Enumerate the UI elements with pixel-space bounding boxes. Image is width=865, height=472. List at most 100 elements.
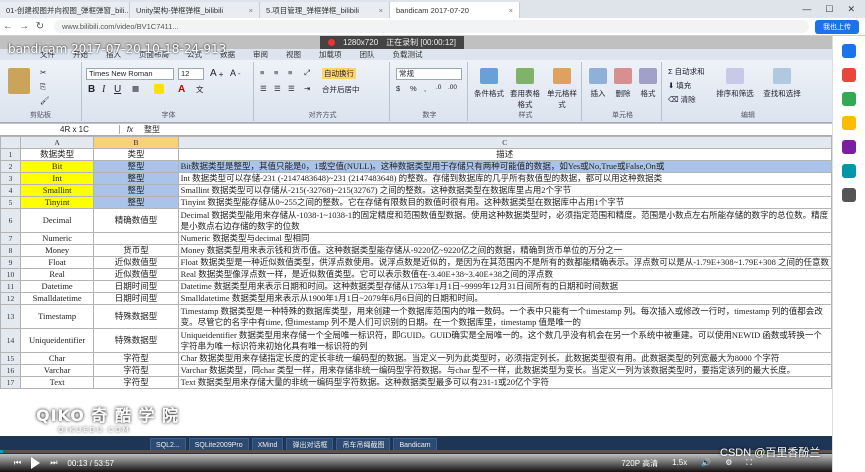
browser-tab[interactable]: 5.项目管理_弹框弹框_bilibili × — [260, 2, 390, 18]
volume-icon[interactable]: 🔊 — [701, 458, 711, 469]
row-header[interactable]: 1 — [0, 148, 21, 161]
font-color-icon[interactable]: A — [178, 84, 185, 95]
table-cell[interactable]: Uniqueidentifier 数据类型用来存储一个全局唯一标识符，即GUID… — [177, 328, 832, 353]
table-cell[interactable]: Int 数据类型可以存储-231 (-2147483648)~231 (2147… — [177, 172, 832, 185]
row-header[interactable]: 9 — [0, 256, 21, 269]
fx-icon[interactable]: fx — [120, 125, 140, 134]
prev-icon[interactable]: ⏮ — [14, 458, 21, 468]
ribbon-tab[interactable]: 加载项 — [319, 49, 342, 60]
reload-icon[interactable]: ↻ — [32, 21, 48, 32]
back-icon[interactable]: ← — [0, 21, 16, 32]
table-cell[interactable]: Smalldatetime — [19, 292, 95, 305]
table-cell[interactable]: 整型 — [93, 172, 179, 185]
align-right-icon[interactable]: ☰ — [288, 84, 295, 93]
table-cell[interactable]: Smalldatetime 数据类型用来表示从1900年1月1日~2079年6月… — [177, 292, 832, 305]
copy-icon[interactable]: ⎘ — [40, 82, 46, 92]
table-cell[interactable]: 特殊数据型 — [93, 328, 179, 353]
table-cell[interactable]: 整型 — [93, 184, 179, 197]
row-header[interactable]: 12 — [0, 292, 21, 305]
table-cell[interactable]: Timestamp — [19, 304, 95, 329]
table-cell[interactable]: Char — [19, 352, 95, 365]
close-window-icon[interactable]: ✕ — [847, 4, 855, 15]
table-cell[interactable]: Numeric — [19, 232, 95, 245]
number-format-select[interactable]: 常规 — [396, 68, 462, 80]
row-header[interactable]: 14 — [0, 328, 21, 353]
table-cell[interactable]: 日期时间型 — [93, 292, 179, 305]
table-cell[interactable]: Bit数据类型是整型，其值只能是0，1或空值(NULL)。这种数据类型用于存储只… — [177, 160, 832, 173]
align-top-icon[interactable]: ≡ — [260, 68, 264, 77]
table-cell[interactable]: Smallint — [19, 184, 95, 197]
conditional-format-button[interactable]: 条件格式 — [472, 68, 506, 99]
sidebar-app-icon[interactable] — [842, 188, 856, 202]
row-header[interactable]: 5 — [0, 196, 21, 209]
italic-icon[interactable]: I — [102, 84, 105, 95]
table-cell[interactable]: 字符型 — [93, 364, 179, 377]
clear-button[interactable]: ⌫ 清除 — [668, 94, 696, 105]
ribbon-tab[interactable]: 负载测试 — [393, 49, 423, 60]
row-header[interactable]: 7 — [0, 232, 21, 245]
sidebar-app-icon[interactable] — [842, 92, 856, 106]
table-cell[interactable]: Text 数据类型用来存储大量的非统一编码型字符数据。这种数据类型最多可以有23… — [177, 376, 832, 389]
browser-tab-active[interactable]: bandicam 2017-07-20 × — [390, 2, 520, 18]
sidebar-app-icon[interactable] — [842, 164, 856, 178]
align-bottom-icon[interactable]: ≡ — [288, 68, 292, 77]
sidebar-app-icon[interactable] — [842, 44, 856, 58]
table-cell[interactable]: 整型 — [93, 160, 179, 173]
table-cell[interactable]: Float 数据类型是一种近似数值类型，供浮点数使用。说浮点数是近似的，是因为在… — [177, 256, 832, 269]
bold-icon[interactable]: B — [88, 84, 95, 95]
next-icon[interactable]: ⏭ — [50, 458, 57, 468]
table-cell[interactable]: Decimal 数据类型能用来存储从-1038-1~1038-1的固定精度和范围… — [177, 208, 832, 233]
minimize-icon[interactable]: — — [802, 4, 811, 15]
table-cell[interactable]: 整型 — [93, 196, 179, 209]
percent-icon[interactable]: % — [410, 84, 417, 93]
table-cell[interactable]: Bit — [19, 160, 95, 173]
table-cell[interactable]: Tinyint 数据类型能存储从0~255之间的整数。它在存储有限数目的数值时很… — [177, 196, 832, 209]
formula-input[interactable]: 整型 — [140, 124, 160, 135]
row-header[interactable]: 15 — [0, 352, 21, 365]
table-cell[interactable]: Money 数据类型用来表示钱和货币值。这种数据类型能存储从-9220亿~922… — [177, 244, 832, 257]
shrink-font-icon[interactable]: A- — [230, 68, 241, 78]
column-header[interactable]: B — [93, 136, 179, 149]
cell-styles-button[interactable]: 单元格样式 — [544, 68, 580, 110]
decrease-decimal-icon[interactable]: .00 — [448, 84, 457, 91]
table-cell[interactable]: Varchar — [19, 364, 95, 377]
row-header[interactable]: 4 — [0, 184, 21, 197]
table-cell[interactable]: 日期时间型 — [93, 280, 179, 293]
table-cell[interactable]: 近似数值型 — [93, 256, 179, 269]
increase-decimal-icon[interactable]: .0 — [436, 84, 441, 91]
speed-button[interactable]: 1.5x — [672, 458, 687, 469]
browser-tab[interactable]: Unity架构-弹框弹框_bilibili × — [130, 2, 260, 18]
spreadsheet-grid[interactable]: A B C 1 数据类型 类型 描述 2 Bit 整型 Bit数据类型是整型，其值只能… — [0, 136, 832, 436]
table-cell[interactable]: 字符型 — [93, 352, 179, 365]
play-icon[interactable] — [31, 457, 41, 469]
upload-button[interactable]: 我也上传 — [815, 19, 859, 34]
ribbon-tab[interactable]: 团队 — [360, 49, 375, 60]
maximize-icon[interactable]: ☐ — [825, 4, 833, 15]
table-cell[interactable]: 字符型 — [93, 376, 179, 389]
merge-center-button[interactable]: 合并后居中 — [322, 84, 360, 95]
close-icon[interactable]: × — [509, 6, 513, 15]
table-cell[interactable]: Decimal — [19, 208, 95, 233]
indent-icon[interactable]: ⇥ — [304, 84, 310, 93]
border-icon[interactable]: ▦ — [132, 84, 139, 93]
column-header[interactable]: A — [19, 136, 95, 149]
table-cell[interactable]: 特殊数据型 — [93, 304, 179, 329]
sidebar-app-icon[interactable] — [842, 68, 856, 82]
quality-button[interactable]: 720P 高清 — [621, 458, 658, 469]
table-cell[interactable]: Money — [19, 244, 95, 257]
orientation-icon[interactable]: ⤢ — [304, 68, 310, 78]
table-cell[interactable]: Float — [19, 256, 95, 269]
table-cell[interactable]: Real — [19, 268, 95, 281]
table-cell[interactable]: Datetime 数据类型用来表示日期和时间。这种数据类型存储从1753年1月1… — [177, 280, 832, 293]
paste-button[interactable] — [8, 68, 30, 96]
ribbon-tab[interactable]: 审阅 — [253, 49, 268, 60]
phonetic-icon[interactable]: 文 — [196, 84, 204, 95]
table-cell[interactable]: Int — [19, 172, 95, 185]
format-painter-icon[interactable]: 🖌 — [40, 96, 50, 105]
table-cell[interactable]: Uniqueidentifier — [19, 328, 95, 353]
font-size-select[interactable]: 12 — [178, 68, 204, 80]
cut-icon[interactable]: ✂ — [40, 68, 46, 77]
close-icon[interactable]: × — [249, 6, 253, 15]
video-progress-bar[interactable] — [0, 450, 832, 453]
fill-button[interactable]: ⬇ 填充 — [668, 80, 691, 91]
